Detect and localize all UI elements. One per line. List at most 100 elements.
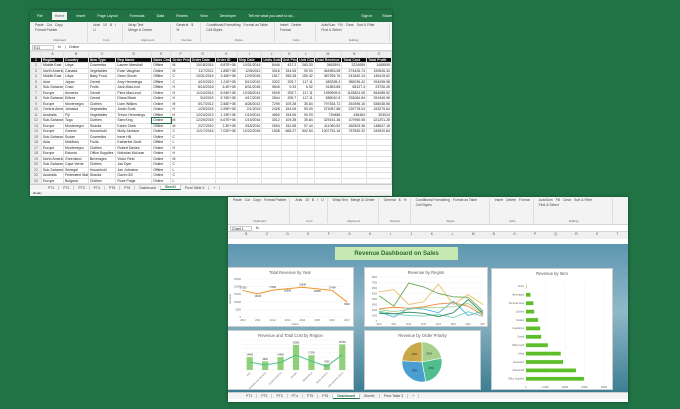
ribbon-button[interactable]: General xyxy=(384,198,396,202)
ribbon-tab[interactable]: Insert xyxy=(73,12,88,20)
ribbon-button[interactable]: % xyxy=(404,198,407,202)
ribbon-button[interactable]: Arial xyxy=(93,23,100,27)
ribbon-button[interactable]: Cell Styles xyxy=(416,203,432,207)
ribbon-button[interactable]: Conditional Formatting xyxy=(206,23,240,27)
ribbon-button[interactable]: Format xyxy=(280,28,291,32)
column-header[interactable]: F xyxy=(319,232,340,239)
cell[interactable]: North America xyxy=(41,155,65,162)
ribbon-tab[interactable]: View xyxy=(197,12,211,20)
cell[interactable]: Sub-Saharan Africa xyxy=(41,133,65,140)
ribbon-button[interactable]: Wrap Text xyxy=(128,23,143,27)
ribbon-button[interactable]: Sort & Filter xyxy=(357,23,375,27)
ribbon-button[interactable]: Wrap Text xyxy=(333,198,348,202)
ribbon-button[interactable]: Cell Styles xyxy=(206,28,222,32)
header-cell[interactable]: Total Revenue xyxy=(313,56,343,63)
column-header[interactable]: J xyxy=(401,232,422,239)
ribbon-tab[interactable]: Review xyxy=(173,12,191,20)
column-header[interactable]: P xyxy=(525,232,546,239)
sheet-tab[interactable]: PT5 xyxy=(105,185,121,190)
cell[interactable]: Middle East xyxy=(41,73,65,80)
sheet-tab[interactable]: PT5 xyxy=(303,394,319,398)
header-cell[interactable]: Units Sold xyxy=(261,56,282,63)
ribbon-button[interactable]: U xyxy=(321,198,323,202)
cell[interactable]: North America xyxy=(41,67,65,74)
sheet-tab[interactable]: PT3 xyxy=(74,185,90,190)
column-header[interactable]: S xyxy=(587,232,608,239)
ribbon-button[interactable]: $ xyxy=(399,198,401,202)
sheet-tab[interactable]: PT6 xyxy=(318,394,334,398)
add-sheet-icon[interactable]: + xyxy=(209,185,221,190)
sheet-tab[interactable]: PT4 xyxy=(288,394,303,398)
ribbon-button[interactable]: 10 xyxy=(103,23,107,27)
ribbon-button[interactable]: Insert xyxy=(495,198,503,202)
ribbon-button[interactable]: Merge & Center xyxy=(128,28,152,32)
cell[interactable]: Sub-Saharan Africa xyxy=(41,95,65,102)
header-cell[interactable]: Unit Price xyxy=(280,56,299,63)
ribbon-button[interactable]: Delete xyxy=(506,198,516,202)
ribbon-button[interactable]: B xyxy=(312,198,314,202)
chart-revenue-by-year[interactable]: Total Revenue by Year 0 5000 10000 15000 2000… xyxy=(228,267,354,327)
column-header[interactable]: L xyxy=(442,232,463,239)
column-header[interactable]: K xyxy=(422,232,443,239)
sheet-tab[interactable]: PT3 xyxy=(272,394,288,398)
ribbon-button[interactable]: Format as Table xyxy=(243,23,267,27)
sheet-tab[interactable]: Sheet1 xyxy=(160,185,182,190)
column-header[interactable]: B xyxy=(236,232,257,239)
cell[interactable]: Middle East xyxy=(41,62,65,69)
ribbon-button[interactable]: I xyxy=(115,23,116,27)
cell[interactable]: Central America xyxy=(41,106,65,113)
ribbon-tab[interactable]: File xyxy=(34,12,46,20)
sheet-tab[interactable]: PT4 xyxy=(90,185,105,190)
ribbon-tab[interactable]: Tell me what you want to do... xyxy=(245,12,298,20)
sheet-tab[interactable]: Sheet1 xyxy=(360,394,380,398)
header-cell[interactable]: Sales Channel xyxy=(151,56,172,63)
cell[interactable]: Sub-Saharan Africa xyxy=(41,166,65,173)
sheet-tab[interactable]: PT1 xyxy=(44,185,60,190)
ribbon-button[interactable]: Cut xyxy=(47,23,52,27)
ribbon-button[interactable]: Find & Select xyxy=(321,28,341,32)
ribbon-button[interactable]: Format xyxy=(519,198,530,202)
column-header[interactable]: R xyxy=(566,232,587,239)
ribbon-button[interactable]: Format Painter xyxy=(264,198,286,202)
ribbon-button[interactable]: Paste xyxy=(233,198,242,202)
chart-revenue-by-region[interactable]: Revenue by Region 0 1000 2000 3000 4000 5000 60… xyxy=(364,267,488,327)
chart-revenue-by-item[interactable]: Revenue by Item 0 10000 20000 30000 40000 Frui… xyxy=(491,268,613,390)
ribbon-button[interactable]: Copy xyxy=(55,23,63,27)
column-header[interactable]: D xyxy=(277,232,298,239)
ribbon-button[interactable]: B xyxy=(110,23,112,27)
sheet-tab[interactable]: PT6 xyxy=(120,185,136,190)
sheet-tab[interactable]: Dashboard xyxy=(135,185,161,190)
ribbon-button[interactable]: Format Painter xyxy=(35,28,57,32)
ribbon-button[interactable]: Delete xyxy=(291,23,301,27)
ribbon-button[interactable]: Arial xyxy=(295,198,302,202)
data-grid[interactable]: A B C D E F G H I J K L M N O 1 Region Country Item Type Re… xyxy=(30,51,392,190)
column-header[interactable]: O xyxy=(504,232,525,239)
ribbon-button[interactable]: I xyxy=(317,198,318,202)
ribbon-button[interactable]: Sort & Filter xyxy=(574,198,592,202)
ribbon-button[interactable]: Merge & Center xyxy=(351,198,375,202)
ribbon-right-item[interactable]: Sign in xyxy=(361,14,372,18)
ribbon-button[interactable]: AutoSum xyxy=(321,23,335,27)
sheet-tab[interactable]: PT2 xyxy=(257,394,273,398)
column-header[interactable]: M xyxy=(463,232,484,239)
ribbon-button[interactable]: Conditional Formatting xyxy=(416,198,450,202)
column-header[interactable]: T xyxy=(607,232,628,239)
column-header[interactable]: H xyxy=(360,232,381,239)
chart-revenue-by-order-priority[interactable]: Revenue by Order Priority 22% 25% 29% 24% xyxy=(364,330,481,390)
sheet-tab[interactable]: Dashboard xyxy=(333,393,361,399)
sheet-tab[interactable]: Pivot Table 3 xyxy=(380,394,409,398)
ribbon-tab[interactable]: Formulas xyxy=(127,12,148,20)
chart-revenue-cost-by-region[interactable]: Revenue and Total Cost by Region 14990 Asi… xyxy=(228,330,354,390)
column-header[interactable]: N xyxy=(484,232,505,239)
sheet-tab[interactable]: PT2 xyxy=(59,185,75,190)
ribbon-button[interactable]: $ xyxy=(191,23,193,27)
ribbon-button[interactable]: Copy xyxy=(253,198,261,202)
ribbon-tab[interactable]: Data xyxy=(154,12,168,20)
ribbon-button[interactable]: Clear xyxy=(346,23,354,27)
ribbon-button[interactable]: Insert xyxy=(280,23,288,27)
ribbon-tab[interactable]: Page Layout xyxy=(94,12,120,20)
column-header[interactable]: E xyxy=(298,232,319,239)
ribbon-button[interactable]: General xyxy=(176,23,188,27)
ribbon-button[interactable]: Paste xyxy=(35,23,44,27)
header-cell[interactable]: Order Priority xyxy=(170,56,191,63)
